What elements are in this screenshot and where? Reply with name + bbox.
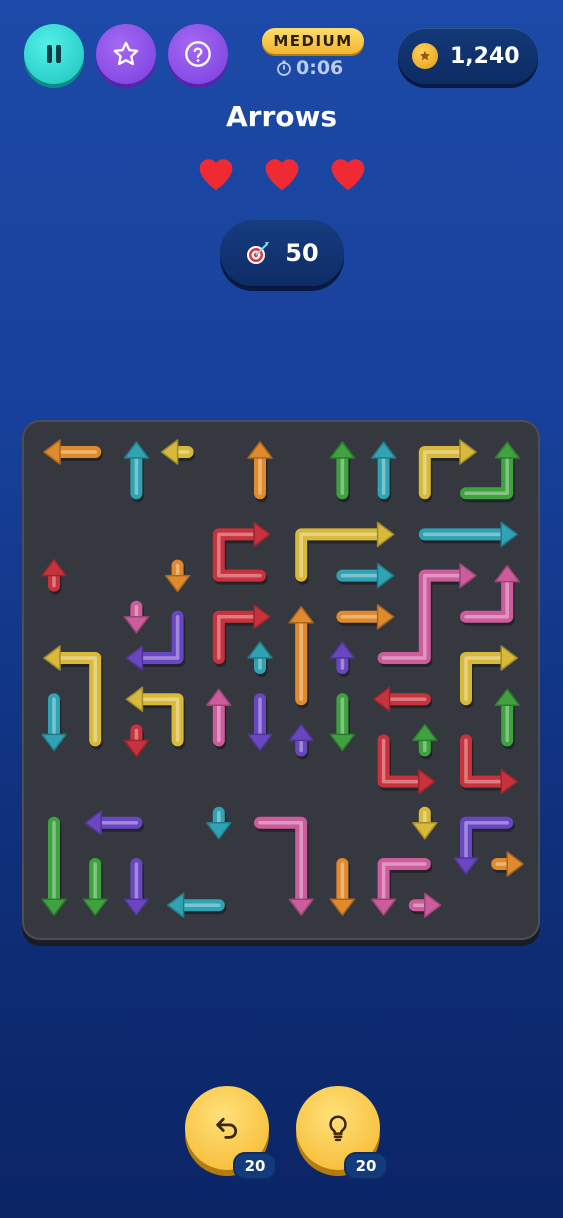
star-icon [113,41,139,66]
arrow-piece-purple[interactable] [123,858,150,916]
arrow-piece-green[interactable] [41,816,67,916]
lives-indicator [194,152,372,194]
arrow-piece-purple[interactable] [329,641,356,677]
page-title: Arrows [225,100,338,133]
arrow-piece-purple[interactable] [288,723,314,760]
arrow-piece-purple[interactable] [247,693,273,752]
game-board [22,420,540,940]
arrow-piece-yellow[interactable] [412,806,438,840]
question-icon [185,41,211,67]
arrow-piece-purple[interactable] [84,810,144,836]
arrow-piece-red[interactable] [41,558,67,595]
arrow-piece-green[interactable] [494,688,520,750]
coin-balance[interactable]: 1,240 [398,28,538,84]
arrow-piece-orange[interactable] [247,441,273,503]
arrow-piece-pink[interactable] [408,892,442,918]
target-value: 50 [285,239,319,267]
undo-count-badge: 20 [233,1152,277,1180]
arrow-piece-teal[interactable] [166,892,227,918]
heart-icon [199,159,233,191]
timer-value: 0:06 [296,57,344,79]
coin-icon [412,43,438,69]
arrow-piece-green[interactable] [412,723,438,760]
difficulty-badge: MEDIUM [262,28,364,54]
arrow-piece-teal[interactable] [418,521,518,548]
hint-count-badge: 20 [344,1152,388,1180]
heart-icon [265,159,299,191]
arrow-piece-orange[interactable] [164,559,191,593]
arrow-piece-red[interactable] [123,724,150,758]
arrow-grid [41,439,524,918]
arrow-piece-pink[interactable] [254,816,314,916]
arrow-piece-green[interactable] [329,441,356,503]
arrow-piece-teal[interactable] [370,441,397,503]
favorite-button[interactable] [96,24,156,84]
arrow-piece-green[interactable] [329,693,356,752]
arrow-piece-pink[interactable] [206,688,232,750]
arrow-piece-orange[interactable] [491,851,524,877]
arrow-piece-green[interactable] [82,858,108,916]
stopwatch-icon [277,60,291,76]
pause-button[interactable] [24,24,84,84]
arrow-piece-yellow[interactable] [160,439,196,465]
lightbulb-icon [329,1115,347,1142]
arrow-piece-teal[interactable] [247,641,273,677]
arrow-piece-orange[interactable] [43,439,103,465]
arrow-piece-teal[interactable] [41,693,67,752]
arrow-piece-teal[interactable] [123,441,150,503]
arrow-piece-red[interactable] [372,686,433,712]
help-button[interactable] [168,24,228,84]
move-target: 50 [220,220,344,286]
arrow-piece-red[interactable] [212,521,271,585]
arrow-piece-teal[interactable] [206,806,232,840]
timer: 0:06 [276,56,356,80]
heart-icon [331,159,365,191]
pause-icon [47,45,61,63]
arrow-piece-orange[interactable] [288,606,314,709]
arrow-piece-orange[interactable] [329,858,356,916]
arrow-piece-teal[interactable] [336,562,395,589]
arrow-piece-pink[interactable] [123,600,150,634]
coin-count: 1,240 [450,43,520,69]
dart-target-icon [247,242,270,264]
arrow-piece-orange[interactable] [336,604,395,630]
undo-icon [216,1117,238,1139]
